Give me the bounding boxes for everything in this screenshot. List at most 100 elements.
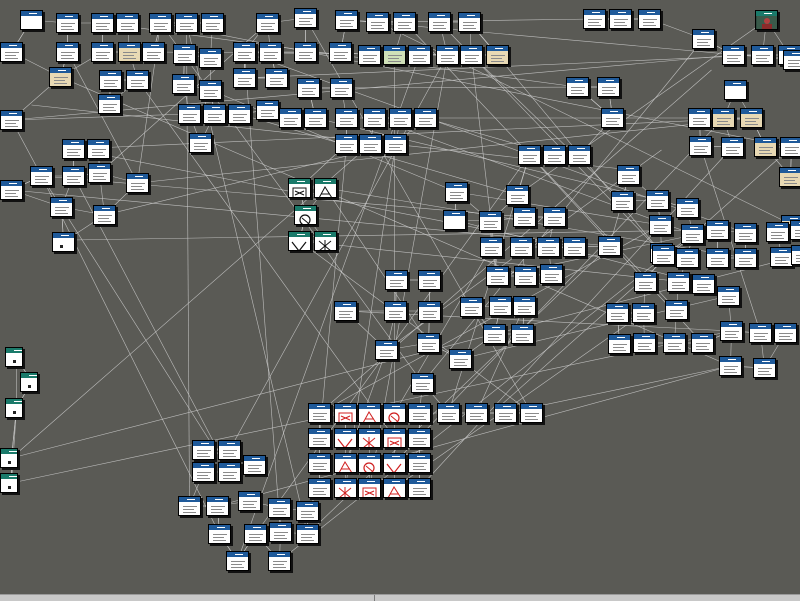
document-node-icon[interactable] xyxy=(706,248,729,268)
document-node-icon[interactable] xyxy=(633,333,656,353)
document-node-icon[interactable] xyxy=(649,215,672,235)
document-node-icon[interactable] xyxy=(192,440,215,460)
document-node-icon[interactable] xyxy=(296,524,319,544)
document-node-icon[interactable] xyxy=(199,48,222,68)
document-node-icon[interactable] xyxy=(334,301,357,321)
document-node-icon[interactable] xyxy=(489,296,512,316)
document-node-icon[interactable] xyxy=(688,108,711,128)
document-node-icon[interactable] xyxy=(479,211,502,231)
document-node-icon[interactable] xyxy=(178,496,201,516)
document-node-icon[interactable] xyxy=(149,13,172,33)
red-image-node-icon[interactable] xyxy=(334,403,357,423)
image-node-icon[interactable] xyxy=(288,231,311,251)
side-node-icon[interactable] xyxy=(0,448,18,468)
document-node-icon[interactable] xyxy=(335,10,358,30)
tan-document-node-icon[interactable] xyxy=(49,67,72,87)
document-node-icon[interactable] xyxy=(634,272,657,292)
side-node-icon[interactable] xyxy=(0,473,18,493)
document-node-icon[interactable] xyxy=(721,137,744,157)
image-node-icon[interactable] xyxy=(314,178,337,198)
document-node-icon[interactable] xyxy=(514,266,537,286)
red-image-node-icon[interactable] xyxy=(358,453,381,473)
document-node-icon[interactable] xyxy=(790,220,800,240)
document-node-icon[interactable] xyxy=(269,522,292,542)
document-node-icon[interactable] xyxy=(449,349,472,369)
document-node-icon[interactable] xyxy=(460,297,483,317)
document-node-icon[interactable] xyxy=(363,108,386,128)
document-node-icon[interactable] xyxy=(543,207,566,227)
document-node-icon[interactable] xyxy=(583,9,606,29)
document-node-icon[interactable] xyxy=(513,207,536,227)
document-node-icon[interactable] xyxy=(734,248,757,268)
document-node-icon[interactable] xyxy=(520,403,543,423)
document-node-icon[interactable] xyxy=(296,501,319,521)
document-node-icon[interactable] xyxy=(540,264,563,284)
document-node-icon[interactable] xyxy=(116,13,139,33)
document-node-icon[interactable] xyxy=(676,198,699,218)
document-node-icon[interactable] xyxy=(93,205,116,225)
red-image-node-icon[interactable] xyxy=(383,428,406,448)
document-node-icon[interactable] xyxy=(753,358,776,378)
document-node-icon[interactable] xyxy=(189,133,212,153)
tan-document-node-icon[interactable] xyxy=(712,108,735,128)
document-node-icon[interactable] xyxy=(294,8,317,28)
document-node-icon[interactable] xyxy=(259,42,282,62)
document-node-icon[interactable] xyxy=(366,12,389,32)
document-node-icon[interactable] xyxy=(751,45,774,65)
document-node-icon[interactable] xyxy=(606,303,629,323)
document-node-icon[interactable] xyxy=(308,478,331,498)
document-node-icon[interactable] xyxy=(681,224,704,244)
document-node-icon[interactable] xyxy=(199,80,222,100)
document-node-icon[interactable] xyxy=(513,296,536,316)
blank-node-icon[interactable] xyxy=(20,10,43,30)
document-node-icon[interactable] xyxy=(652,245,675,265)
document-node-icon[interactable] xyxy=(734,223,757,243)
document-node-icon[interactable] xyxy=(689,136,712,156)
document-node-icon[interactable] xyxy=(646,190,669,210)
document-node-icon[interactable] xyxy=(256,100,279,120)
document-node-icon[interactable] xyxy=(445,182,468,202)
image-node-icon[interactable] xyxy=(288,178,311,198)
tan-document-node-icon[interactable] xyxy=(779,167,800,187)
document-node-icon[interactable] xyxy=(494,403,517,423)
document-node-icon[interactable] xyxy=(384,301,407,321)
document-node-icon[interactable] xyxy=(632,303,655,323)
document-node-icon[interactable] xyxy=(218,462,241,482)
document-node-icon[interactable] xyxy=(393,12,416,32)
document-node-icon[interactable] xyxy=(91,13,114,33)
document-node-icon[interactable] xyxy=(486,266,509,286)
document-node-icon[interactable] xyxy=(88,163,111,183)
red-image-node-icon[interactable] xyxy=(383,403,406,423)
document-node-icon[interactable] xyxy=(268,551,291,571)
document-node-icon[interactable] xyxy=(206,496,229,516)
document-node-icon[interactable] xyxy=(208,524,231,544)
document-node-icon[interactable] xyxy=(0,110,23,130)
document-node-icon[interactable] xyxy=(458,12,481,32)
document-node-icon[interactable] xyxy=(414,108,437,128)
document-node-icon[interactable] xyxy=(56,42,79,62)
document-node-icon[interactable] xyxy=(218,440,241,460)
document-node-icon[interactable] xyxy=(50,197,73,217)
side-node-icon[interactable] xyxy=(5,347,23,367)
document-node-icon[interactable] xyxy=(87,139,110,159)
document-node-icon[interactable] xyxy=(142,42,165,62)
document-node-icon[interactable] xyxy=(597,77,620,97)
document-node-icon[interactable] xyxy=(783,50,800,70)
document-node-icon[interactable] xyxy=(126,173,149,193)
document-node-icon[interactable] xyxy=(62,139,85,159)
document-node-icon[interactable] xyxy=(483,324,506,344)
document-node-icon[interactable] xyxy=(506,185,529,205)
document-node-icon[interactable] xyxy=(692,29,715,49)
red-image-node-icon[interactable] xyxy=(358,403,381,423)
document-node-icon[interactable] xyxy=(335,108,358,128)
document-node-icon[interactable] xyxy=(384,134,407,154)
document-node-icon[interactable] xyxy=(201,13,224,33)
document-node-icon[interactable] xyxy=(62,166,85,186)
tan-document-node-icon[interactable] xyxy=(486,45,509,65)
document-node-icon[interactable] xyxy=(243,455,266,475)
image-node-icon[interactable] xyxy=(314,231,337,251)
document-node-icon[interactable] xyxy=(543,145,566,165)
document-node-icon[interactable] xyxy=(256,13,279,33)
document-node-icon[interactable] xyxy=(511,324,534,344)
document-node-icon[interactable] xyxy=(408,45,431,65)
